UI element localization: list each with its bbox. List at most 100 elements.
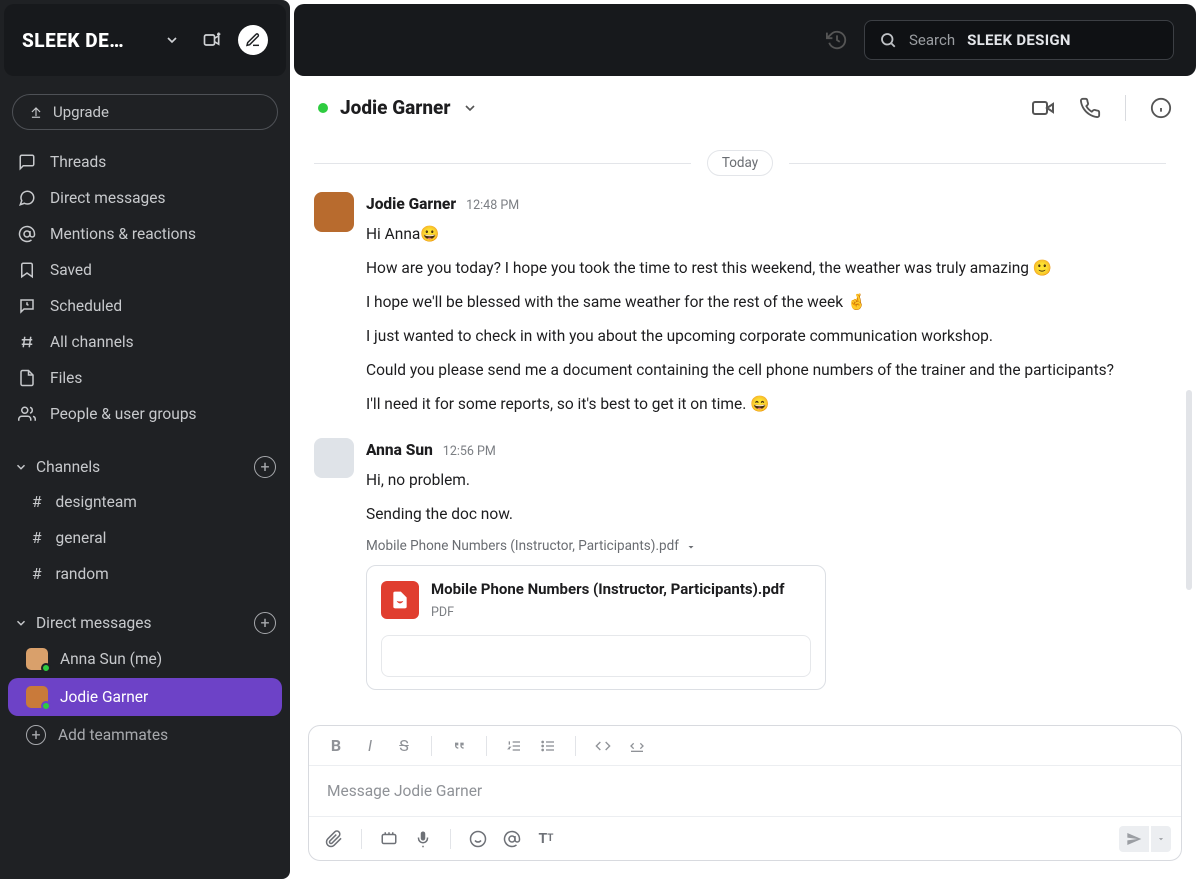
upgrade-label: Upgrade [53, 103, 109, 121]
main-panel: Search SLEEK DESIGN Jodie Garner Today [290, 0, 1200, 879]
nav-direct-messages[interactable]: Direct messages [0, 180, 290, 216]
add-channel-button[interactable]: + [254, 456, 276, 478]
channels-section: Channels + #designteam #general #random [0, 436, 290, 592]
nav-people[interactable]: People & user groups [0, 396, 290, 432]
message-list[interactable]: Today Jodie Garner 12:48 PM Hi Anna😀 How… [290, 140, 1200, 725]
nav-files[interactable]: Files [0, 360, 290, 396]
workspace-name: SLEEK DE… [22, 29, 146, 52]
message-time: 12:48 PM [466, 196, 519, 215]
message-text: I'll need it for some reports, so it's b… [366, 392, 1166, 416]
italic-button[interactable]: I [355, 731, 385, 761]
bold-button[interactable]: B [321, 731, 351, 761]
file-name: Mobile Phone Numbers (Instructor, Partic… [431, 578, 784, 601]
ordered-list-button[interactable] [499, 731, 529, 761]
search-input[interactable]: Search SLEEK DESIGN [864, 20, 1174, 60]
phone-call-button[interactable] [1079, 97, 1101, 119]
avatar[interactable] [314, 192, 354, 232]
date-divider: Today [314, 150, 1166, 176]
search-icon [879, 31, 897, 49]
presence-dot-icon [41, 701, 51, 711]
file-type: PDF [431, 603, 784, 622]
composer-actions: TT [309, 816, 1181, 860]
scrollbar[interactable] [1186, 390, 1192, 590]
message: Anna Sun 12:56 PM Hi, no problem. Sendin… [314, 432, 1166, 696]
dm-jodie-garner[interactable]: Jodie Garner [8, 678, 282, 716]
upload-icon [29, 105, 43, 119]
hash-icon: # [32, 529, 42, 547]
topbar: Search SLEEK DESIGN [294, 4, 1196, 76]
primary-nav: Threads Direct messages Mentions & react… [0, 138, 290, 436]
audio-clip-button[interactable] [408, 824, 438, 854]
chevron-down-icon [14, 616, 28, 630]
code-button[interactable] [588, 731, 618, 761]
scheduled-icon [18, 297, 36, 315]
avatar[interactable] [314, 438, 354, 478]
dm-icon [18, 189, 36, 207]
dm-anna-sun[interactable]: Anna Sun (me) [8, 640, 282, 678]
message-text: Could you please send me a document cont… [366, 358, 1166, 382]
info-button[interactable] [1150, 97, 1172, 119]
presence-dot-icon [318, 103, 328, 113]
pdf-icon [381, 581, 419, 619]
attachment-label[interactable]: Mobile Phone Numbers (Instructor, Partic… [366, 536, 1166, 557]
hash-icon: # [32, 565, 42, 583]
composer: B I S [290, 725, 1200, 879]
workspace-switcher[interactable]: SLEEK DE… [4, 4, 286, 76]
dms-section: Direct messages + Anna Sun (me) Jodie Ga… [0, 592, 290, 754]
message-text: I hope we'll be blessed with the same we… [366, 290, 1166, 314]
file-icon [18, 369, 36, 387]
strike-button[interactable]: S [389, 731, 419, 761]
message-input[interactable]: Message Jodie Garner [309, 766, 1181, 816]
codeblock-button[interactable] [622, 731, 652, 761]
quote-button[interactable] [444, 731, 474, 761]
bookmark-icon [18, 261, 36, 279]
channel-general[interactable]: #general [0, 520, 290, 556]
send-options-button[interactable] [1151, 826, 1171, 852]
message-author[interactable]: Anna Sun [366, 438, 433, 462]
date-label[interactable]: Today [707, 150, 773, 176]
text-format-toggle[interactable]: TT [531, 824, 561, 854]
channels-section-header[interactable]: Channels + [0, 450, 290, 484]
plus-icon: + [26, 725, 46, 745]
people-icon [18, 405, 36, 423]
message-time: 12:56 PM [443, 442, 496, 461]
add-dm-button[interactable]: + [254, 612, 276, 634]
message-text: Hi Anna😀 [366, 222, 1166, 246]
message-text: I just wanted to check in with you about… [366, 324, 1166, 348]
format-toolbar: B I S [309, 726, 1181, 766]
channel-random[interactable]: #random [0, 556, 290, 592]
avatar [26, 686, 48, 708]
message-author[interactable]: Jodie Garner [366, 192, 456, 216]
nav-scheduled[interactable]: Scheduled [0, 288, 290, 324]
history-icon[interactable] [826, 29, 848, 51]
nav-saved[interactable]: Saved [0, 252, 290, 288]
dms-section-header[interactable]: Direct messages + [0, 606, 290, 640]
send-button[interactable] [1119, 826, 1149, 852]
sidebar: SLEEK DE… Upgrade Threads Direct message… [0, 0, 290, 879]
chevron-down-icon[interactable] [158, 26, 186, 54]
at-icon [18, 225, 36, 243]
video-clip-button[interactable] [374, 824, 404, 854]
avatar [26, 648, 48, 670]
mention-button[interactable] [497, 824, 527, 854]
upgrade-button[interactable]: Upgrade [12, 94, 278, 130]
nav-all-channels[interactable]: All channels [0, 324, 290, 360]
emoji-button[interactable] [463, 824, 493, 854]
chevron-down-icon [14, 460, 28, 474]
nav-mentions[interactable]: Mentions & reactions [0, 216, 290, 252]
huddle-icon[interactable] [198, 26, 226, 54]
nav-threads[interactable]: Threads [0, 144, 290, 180]
conversation-title[interactable]: Jodie Garner [340, 96, 450, 119]
file-attachment[interactable]: Mobile Phone Numbers (Instructor, Partic… [366, 565, 826, 690]
add-teammates-button[interactable]: + Add teammates [8, 716, 282, 754]
chevron-down-icon[interactable] [462, 100, 478, 116]
presence-dot-icon [41, 663, 51, 673]
message-text: How are you today? I hope you took the t… [366, 256, 1166, 280]
threads-icon [18, 153, 36, 171]
channel-designteam[interactable]: #designteam [0, 484, 290, 520]
attach-button[interactable] [319, 824, 349, 854]
compose-button[interactable] [238, 25, 268, 55]
video-call-button[interactable] [1031, 96, 1055, 120]
message-text: Hi, no problem. [366, 468, 1166, 492]
bullet-list-button[interactable] [533, 731, 563, 761]
